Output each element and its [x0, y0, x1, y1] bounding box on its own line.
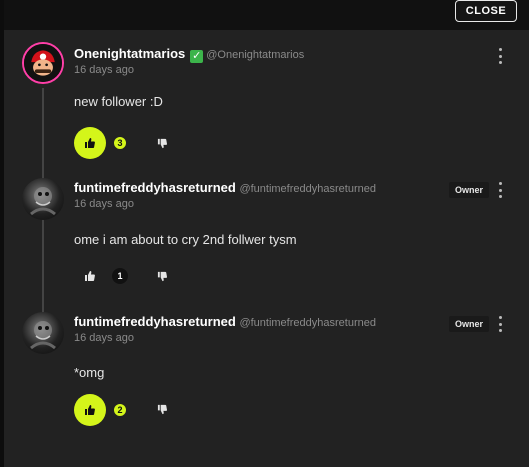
background-strip — [0, 0, 529, 30]
comment-text: *omg — [74, 365, 105, 380]
avatar[interactable] — [22, 42, 64, 84]
avatar[interactable] — [22, 178, 64, 220]
avatar[interactable] — [22, 312, 64, 354]
like-button[interactable] — [74, 127, 106, 159]
dislike-button[interactable] — [152, 133, 172, 153]
comment-text: ome i am about to cry 2nd follwer tysm — [74, 232, 297, 247]
thumbs-down-icon — [157, 271, 167, 281]
avatar-image — [30, 187, 56, 216]
thumbs-up-icon — [85, 405, 95, 415]
comment-time: 16 days ago — [74, 332, 134, 344]
comment-author[interactable]: funtimefreddyhasreturned — [74, 314, 236, 329]
thumbs-up-icon — [85, 271, 95, 281]
like-count: 2 — [112, 402, 128, 418]
avatar-image — [24, 44, 62, 82]
comment-handle: @Onenightatmarios — [206, 49, 305, 61]
comment-time: 16 days ago — [74, 64, 134, 76]
dislike-button[interactable] — [152, 266, 172, 286]
more-options-icon[interactable] — [494, 316, 506, 332]
like-button[interactable] — [74, 260, 106, 292]
thumbs-down-icon — [157, 138, 167, 148]
thumbs-up-icon — [85, 138, 95, 148]
like-count: 1 — [112, 268, 128, 284]
more-options-icon[interactable] — [494, 182, 506, 198]
owner-badge: Owner — [449, 316, 490, 332]
comment-handle: @funtimefreddyhasreturned — [239, 183, 376, 195]
thumbs-down-icon — [157, 404, 167, 414]
verified-check-icon: ✓ — [190, 50, 204, 63]
comment-time: 16 days ago — [74, 198, 134, 210]
dislike-button[interactable] — [152, 399, 172, 419]
owner-badge: Owner — [449, 182, 490, 198]
comment-handle: @funtimefreddyhasreturned — [239, 317, 376, 329]
like-count: 3 — [112, 135, 128, 151]
avatar-image — [30, 321, 56, 350]
like-button[interactable] — [74, 394, 106, 426]
comment-text: new follower :D — [74, 94, 163, 109]
more-options-icon[interactable] — [494, 48, 506, 64]
comment-author[interactable]: funtimefreddyhasreturned — [74, 180, 236, 195]
close-button[interactable]: CLOSE — [455, 0, 517, 22]
comment-author[interactable]: Onenightatmarios — [74, 46, 185, 61]
